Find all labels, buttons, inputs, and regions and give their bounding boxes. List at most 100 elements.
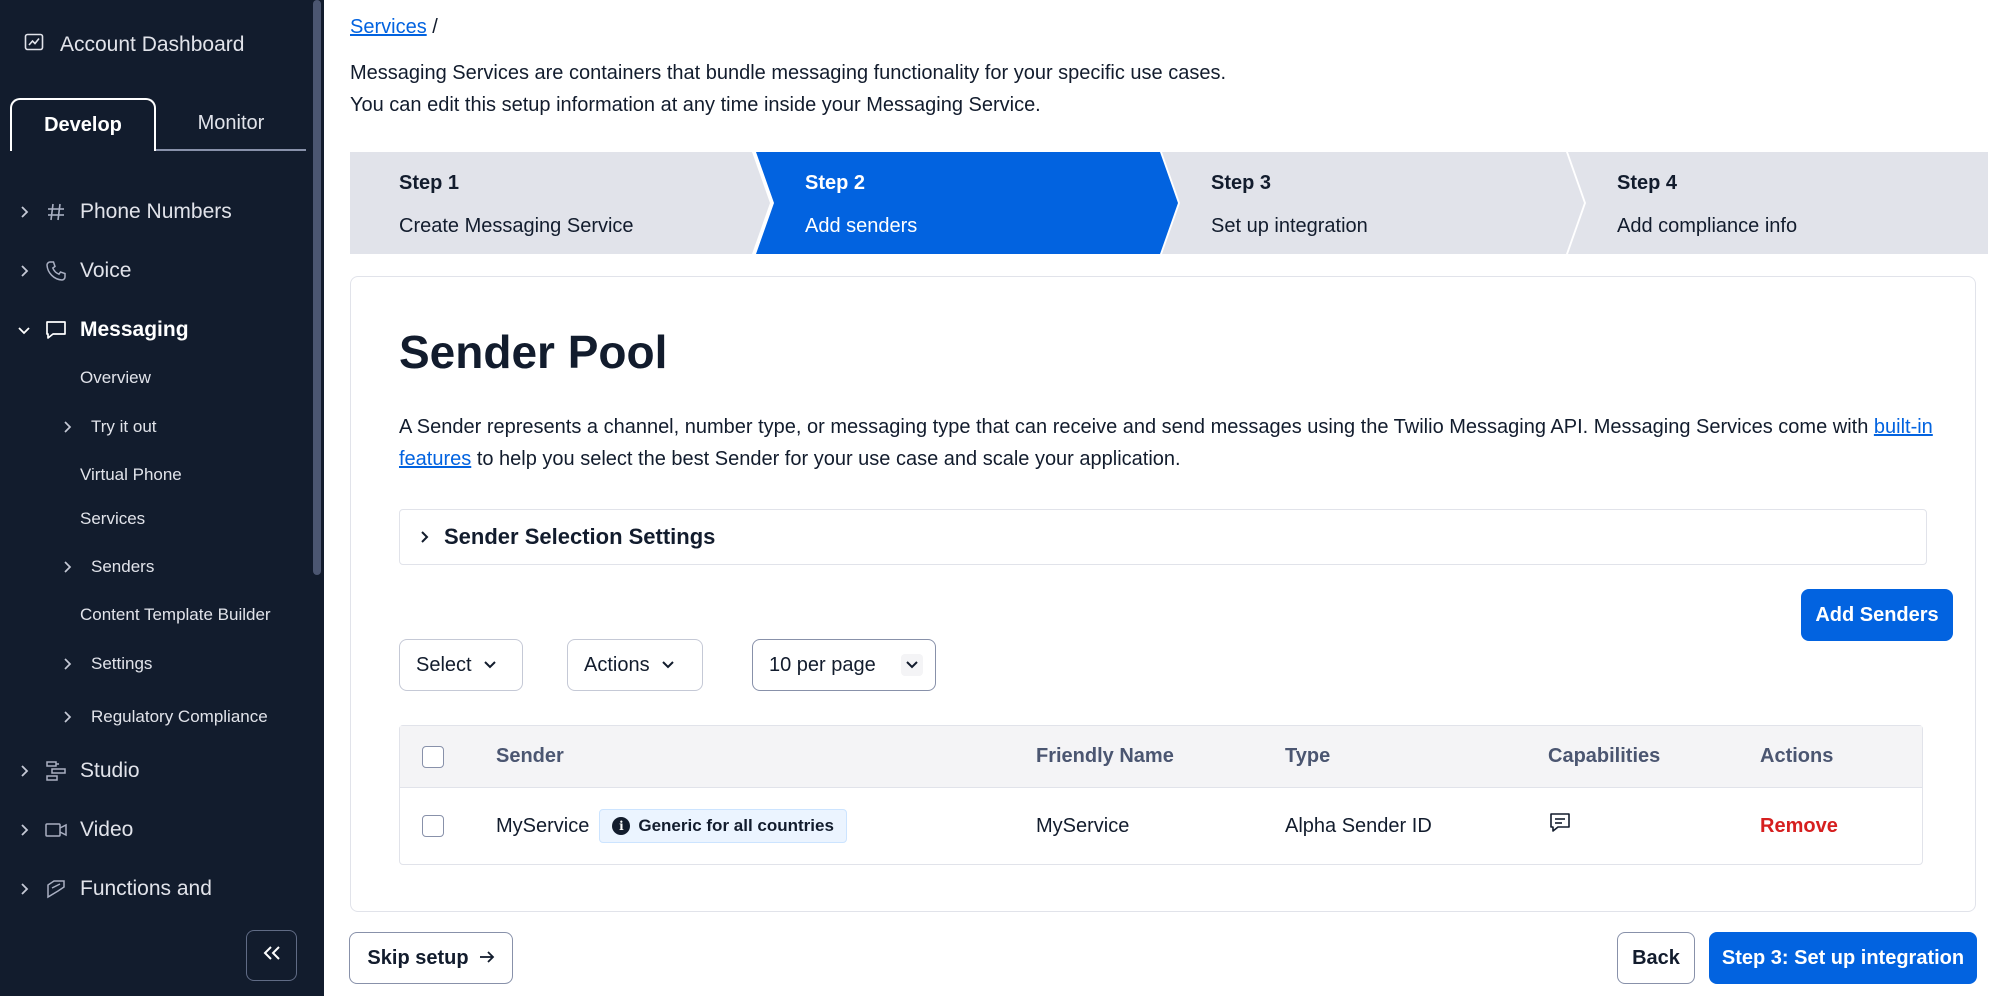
chevron-down-icon (18, 324, 30, 336)
chevron-right-icon (420, 530, 434, 544)
chevron-right-icon (18, 883, 30, 895)
functions-icon (44, 877, 68, 901)
sidebar-item-studio[interactable]: Studio (0, 751, 310, 791)
breadcrumb-separator: / (432, 16, 438, 38)
sender-pool-card: Sender Pool A Sender represents a channe… (350, 276, 1976, 912)
row-select-cell (422, 788, 444, 864)
column-header-friendly-name[interactable]: Friendly Name (1036, 726, 1174, 787)
add-senders-button[interactable]: Add Senders (1801, 589, 1953, 641)
sidebar-scrollbar[interactable] (313, 0, 321, 575)
type-cell: Alpha Sender ID (1285, 814, 1432, 837)
select-all-checkbox[interactable] (422, 745, 444, 768)
hash-icon (44, 200, 68, 224)
column-header-actions: Actions (1760, 745, 1834, 767)
step-number: Step 3 (1211, 172, 1272, 194)
skip-setup-button[interactable]: Skip setup (349, 932, 513, 984)
sidebar-item-video[interactable]: Video (0, 810, 310, 850)
select-dropdown[interactable]: Select (399, 639, 523, 691)
badge-label: Generic for all countries (638, 816, 834, 835)
sidebar-subitem-overview[interactable]: Overview (0, 363, 310, 393)
friendly-name-cell: MyService (1036, 814, 1130, 837)
sidebar-subitem-virtual-phone[interactable]: Virtual Phone (0, 460, 310, 490)
intro-text: Messaging Services are containers that b… (350, 57, 1226, 121)
sidebar-item-voice[interactable]: Voice (0, 251, 310, 291)
sender-name: MyService (496, 814, 590, 837)
sms-icon (1548, 811, 1572, 841)
table-header: Sender Friendly Name Type Capabilities A… (400, 726, 1922, 788)
step-name: Add compliance info (1617, 215, 1798, 237)
chevron-down-icon (661, 661, 674, 669)
chevron-right-icon (62, 658, 72, 670)
setup-stepper: Step 1 Create Messaging Service Step 2 A… (350, 152, 1988, 254)
row-checkbox[interactable] (422, 815, 444, 837)
intro-line-2: You can edit this setup information at a… (350, 94, 1041, 116)
step-3[interactable]: Step 3 Set up integration (1162, 152, 1586, 254)
breadcrumb-services-link[interactable]: Services (350, 16, 427, 38)
sidebar-item-label: Messaging (80, 318, 189, 341)
step-number: Step 4 (1617, 172, 1678, 194)
sidebar-tabs: Develop Monitor (10, 98, 306, 151)
sidebar-item-label: Voice (80, 259, 132, 282)
chevron-right-icon (18, 824, 30, 836)
sidebar-subitem-senders[interactable]: Senders (0, 552, 310, 582)
chevron-right-icon (62, 711, 72, 723)
sender-selection-settings-toggle[interactable]: Sender Selection Settings (399, 509, 1927, 565)
account-dashboard-label: Account Dashboard (60, 33, 245, 56)
column-header-sender[interactable]: Sender (496, 726, 564, 787)
sidebar-item-label: Content Template Builder (80, 605, 271, 624)
sidebar-subitem-services[interactable]: Services (0, 504, 310, 534)
breadcrumb: Services / (350, 16, 438, 39)
next-step-button[interactable]: Step 3: Set up integration (1709, 932, 1977, 984)
step-1[interactable]: Step 1 Create Messaging Service (350, 152, 770, 254)
collapse-sidebar-button[interactable] (246, 930, 297, 981)
skip-setup-label: Skip setup (367, 946, 469, 969)
actions-dropdown[interactable]: Actions (567, 639, 703, 691)
sidebar-item-label: Virtual Phone (80, 465, 182, 484)
sidebar-item-functions[interactable]: Functions and (0, 869, 310, 909)
sidebar-item-label: Overview (80, 368, 151, 387)
step-2[interactable]: Step 2 Add senders (756, 152, 1180, 254)
sidebar-item-label: Services (80, 509, 146, 528)
select-all-cell (422, 726, 444, 787)
sidebar-item-label: Studio (80, 759, 140, 782)
sidebar: Account Dashboard Develop Monitor Phone … (0, 0, 324, 996)
description-text: A Sender represents a channel, number ty… (399, 416, 1874, 438)
step-name: Add senders (805, 215, 918, 237)
sidebar-item-label: Senders (91, 557, 155, 576)
chevron-down-icon (483, 661, 496, 669)
capabilities-cell (1548, 788, 1572, 864)
tab-monitor[interactable]: Monitor (156, 98, 306, 151)
chevron-right-icon (18, 765, 30, 777)
chevron-right-icon (18, 265, 30, 277)
sidebar-item-label: Phone Numbers (80, 200, 232, 223)
sidebar-item-label: Settings (91, 654, 153, 673)
column-header-capabilities: Capabilities (1548, 745, 1661, 767)
chevron-down-icon (901, 654, 923, 676)
sidebar-item-label: Try it out (91, 417, 157, 436)
senders-table: Sender Friendly Name Type Capabilities A… (399, 725, 1923, 865)
chevron-right-icon (62, 421, 72, 433)
per-page-select[interactable]: 10 per page (752, 639, 936, 691)
sidebar-subitem-try-it-out[interactable]: Try it out (0, 412, 310, 442)
step-name: Create Messaging Service (399, 215, 634, 237)
tab-develop[interactable]: Develop (10, 98, 156, 151)
country-badge: i Generic for all countries (599, 809, 847, 843)
intro-line-1: Messaging Services are containers that b… (350, 62, 1227, 84)
page-title: Sender Pool (399, 326, 668, 378)
description-text-end: to help you select the best Sender for y… (471, 448, 1181, 470)
remove-sender-button[interactable]: Remove (1760, 788, 1838, 864)
table-row: MyService i Generic for all countries My… (400, 788, 1922, 864)
phone-icon (44, 259, 68, 283)
sidebar-item-messaging[interactable]: Messaging (0, 310, 310, 350)
sidebar-subitem-regulatory-compliance[interactable]: Regulatory Compliance (0, 702, 310, 732)
sidebar-subitem-settings[interactable]: Settings (0, 649, 310, 679)
per-page-value: 10 per page (769, 653, 876, 676)
step-4[interactable]: Step 4 Add compliance info (1568, 152, 1988, 254)
back-button[interactable]: Back (1617, 932, 1695, 984)
column-header-type[interactable]: Type (1285, 726, 1330, 787)
dashboard-icon (24, 32, 44, 58)
sidebar-item-phone-numbers[interactable]: Phone Numbers (0, 192, 310, 232)
account-dashboard-link[interactable]: Account Dashboard (24, 30, 244, 60)
sidebar-subitem-content-template-builder[interactable]: Content Template Builder (0, 600, 310, 630)
studio-icon (44, 759, 68, 783)
